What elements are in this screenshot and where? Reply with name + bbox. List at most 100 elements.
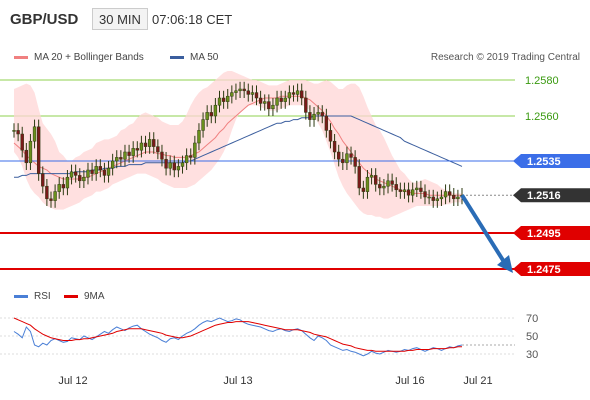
candle-body [308, 112, 312, 120]
candle-body [378, 184, 382, 189]
candle-body [176, 166, 181, 171]
candle-body [110, 160, 115, 169]
candle-body [82, 176, 86, 182]
forecast-arrow [460, 194, 508, 267]
candle-body [369, 175, 374, 178]
candle-body [57, 184, 61, 192]
candle-body [119, 157, 123, 160]
copyright-note: Research © 2019 Trading Central [430, 52, 580, 63]
candle-body [435, 198, 440, 201]
candle-body [197, 130, 201, 144]
price-tick-label: 1.2560 [525, 111, 559, 123]
candle-body [341, 158, 345, 164]
candle-body [398, 189, 403, 192]
legend-rsi-label: RSI [34, 291, 51, 302]
candle-body [423, 191, 427, 198]
candle-body [439, 196, 444, 200]
candle-body [90, 169, 94, 174]
candle-body [127, 151, 131, 156]
legend-ma50-label: MA 50 [190, 52, 219, 63]
candle-body [28, 140, 33, 164]
level-price-label: 1.2475 [527, 264, 561, 276]
candle-body [164, 158, 168, 169]
candle-body [357, 166, 361, 189]
candle-body [337, 151, 341, 160]
candle-body [283, 97, 287, 102]
candle-body [98, 166, 102, 171]
rsi-line [13, 317, 463, 357]
candle-body [287, 92, 292, 99]
candle-body [447, 191, 452, 196]
candle-body [271, 104, 275, 110]
candle-body [332, 140, 337, 153]
candle-body [419, 187, 423, 192]
candle-body [32, 126, 37, 142]
candle-body [402, 189, 407, 192]
candle-body [431, 196, 435, 201]
candle-body [106, 167, 111, 176]
candle-body [353, 157, 357, 167]
timeframe-button[interactable]: 30 MIN [92, 8, 148, 30]
candle-body [168, 162, 172, 169]
candle-body [36, 126, 41, 174]
candle-body [135, 148, 139, 151]
candle-body [427, 196, 431, 199]
level-price-label: 1.2495 [527, 228, 561, 240]
candle-body [263, 101, 267, 104]
rsi-pane: 70 50 30 Jul 12 Jul 13 Jul 16 Jul 21 [0, 313, 538, 387]
candle-body [156, 146, 160, 153]
candle-body [300, 90, 304, 99]
candle-body [160, 151, 164, 160]
candle-body [217, 97, 222, 106]
candle-body [213, 104, 218, 117]
candle-body [201, 119, 205, 131]
candle-body [345, 153, 349, 164]
legend-rsi-swatch [14, 295, 28, 298]
candle-body [406, 189, 411, 196]
candle-body [382, 185, 386, 189]
clock-time: 07:06:18 CET [152, 11, 233, 27]
candle-body [390, 180, 394, 185]
candle-body [242, 88, 246, 92]
candle-body [246, 90, 250, 95]
candle-body [184, 155, 189, 164]
x-tick-label: Jul 16 [395, 375, 424, 387]
price-pane: 1.2580 1.2560 1.2535 1.2516 1.2495 1.2475 [0, 71, 590, 276]
candle-body [411, 189, 415, 196]
legend-rsi-ma: 9MA [64, 291, 105, 302]
legend-rsi-ma-label: 9MA [84, 291, 105, 302]
x-tick-label: Jul 21 [463, 375, 492, 387]
candle-body [316, 112, 320, 115]
candle-body [86, 169, 90, 178]
candle-body [452, 194, 456, 200]
candle-body [209, 112, 213, 117]
candle-body [147, 139, 152, 147]
candle-body [69, 171, 74, 178]
symbol-title: GBP/USD [10, 10, 79, 28]
x-tick-label: Jul 13 [223, 375, 252, 387]
candle-body [131, 148, 135, 156]
candle-body [221, 97, 226, 102]
candle-body [73, 171, 78, 176]
candle-body [304, 97, 308, 113]
rsi-tick-label: 30 [526, 349, 538, 361]
candle-body [226, 95, 230, 102]
candle-body [20, 133, 24, 151]
bollinger-band [14, 71, 462, 219]
candle-body [267, 101, 271, 110]
candle-body [152, 139, 156, 147]
candle-body [65, 176, 70, 189]
level-price-label: 1.2516 [527, 190, 561, 202]
legend-bollinger-label: MA 20 + Bollinger Bands [34, 52, 144, 63]
candle-body [349, 153, 353, 158]
candle-body [258, 97, 263, 104]
level-price-label: 1.2535 [527, 156, 561, 168]
rsi-tick-label: 70 [526, 313, 538, 325]
candle-body [123, 151, 127, 160]
x-tick-label: Jul 12 [58, 375, 87, 387]
candle-body [250, 92, 255, 95]
candle-body [189, 155, 193, 158]
candle-body [365, 176, 370, 192]
candle-body [275, 97, 279, 106]
candle-body [45, 185, 49, 200]
